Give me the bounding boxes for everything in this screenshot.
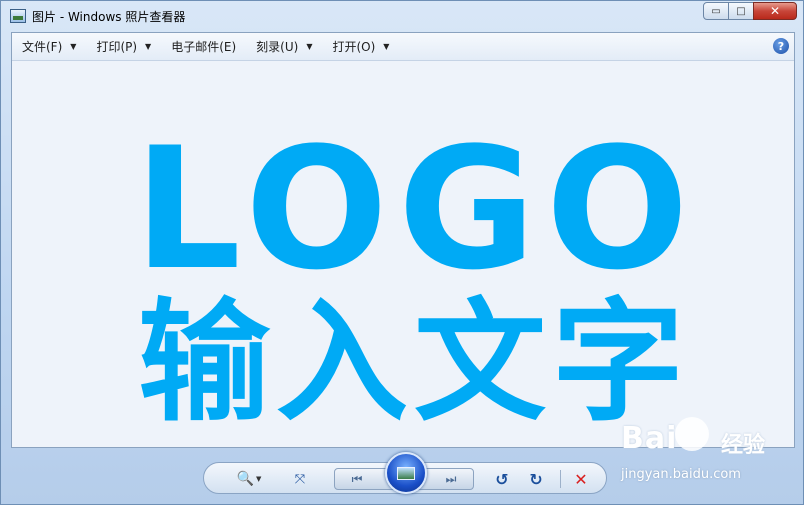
baidu-paw-icon <box>675 417 709 451</box>
watermark-url: jingyan.baidu.com <box>621 467 741 482</box>
menu-burn-label: 刻录(U) <box>256 40 299 54</box>
watermark-brand: Bai <box>621 421 678 456</box>
maximize-button[interactable]: □ <box>728 2 754 20</box>
menu-open[interactable]: 打开(O) ▼ <box>322 36 399 58</box>
actual-size-button[interactable]: ⤧ <box>290 469 310 489</box>
close-icon: ✕ <box>769 4 781 18</box>
baidu-jingyan-watermark: Bai 经验 jingyan.baidu.com <box>613 413 803 503</box>
menu-bar: 文件(F) ▼ 打印(P) ▼ 电子邮件(E) 刻录(U) ▼ 打开(O) ▼ … <box>12 33 794 61</box>
menu-open-label: 打开(O) <box>332 40 376 54</box>
dropdown-arrow-icon: ▼ <box>306 42 313 51</box>
close-button[interactable]: ✕ <box>753 2 797 20</box>
bottom-toolbar: 🔍 ▼ ⤧ ⏮ ⏭ ↺ ↻ ✕ <box>203 452 607 494</box>
menu-email-label: 电子邮件(E) <box>171 40 237 54</box>
window-controls: ▭ □ ✕ <box>703 2 797 20</box>
dropdown-arrow-icon: ▼ <box>145 42 152 51</box>
delete-icon: ✕ <box>574 469 588 489</box>
minimize-icon: ▭ <box>711 5 721 17</box>
dropdown-arrow-icon: ▼ <box>256 475 262 483</box>
rotate-left-button[interactable]: ↺ <box>492 469 512 489</box>
help-icon[interactable]: ? <box>773 38 789 54</box>
title-bar[interactable]: 图片 - Windows 照片查看器 ▭ □ ✕ <box>1 1 803 31</box>
menu-burn[interactable]: 刻录(U) ▼ <box>246 36 322 58</box>
rotate-left-icon: ↺ <box>495 469 509 489</box>
dropdown-arrow-icon: ▼ <box>383 42 390 51</box>
toolbar-divider <box>560 470 561 488</box>
watermark-suffix: 经验 <box>721 433 766 458</box>
image-subtitle-text: 输入文字 <box>138 286 690 440</box>
next-button[interactable]: ⏭ <box>429 469 473 489</box>
minimize-button[interactable]: ▭ <box>703 2 729 20</box>
zoom-icon: 🔍 <box>236 471 255 487</box>
delete-button[interactable]: ✕ <box>570 469 592 489</box>
slideshow-icon <box>397 466 415 480</box>
zoom-button[interactable]: 🔍 ▼ <box>234 469 264 489</box>
next-icon: ⏭ <box>445 471 457 486</box>
dropdown-arrow-icon: ▼ <box>70 42 77 51</box>
image-display-area: LOGO 输入文字 <box>12 61 794 447</box>
menu-email[interactable]: 电子邮件(E) <box>161 36 246 58</box>
previous-button[interactable]: ⏮ <box>335 469 379 489</box>
photo-viewer-window: 图片 - Windows 照片查看器 ▭ □ ✕ 文件(F) ▼ 打印(P) ▼… <box>0 0 804 505</box>
photo-viewer-app-icon <box>10 9 26 23</box>
menu-file[interactable]: 文件(F) ▼ <box>12 36 86 58</box>
maximize-icon: □ <box>736 5 746 17</box>
rotate-right-icon: ↻ <box>529 469 543 489</box>
menu-print[interactable]: 打印(P) ▼ <box>86 36 161 58</box>
rotate-right-button[interactable]: ↻ <box>526 469 546 489</box>
menu-print-label: 打印(P) <box>96 40 138 54</box>
slideshow-button[interactable] <box>385 452 427 494</box>
menu-file-label: 文件(F) <box>22 40 63 54</box>
fit-window-icon: ⤧ <box>294 471 306 487</box>
previous-icon: ⏮ <box>351 471 363 486</box>
window-title: 图片 - Windows 照片查看器 <box>32 9 186 24</box>
image-logo-text: LOGO <box>134 111 699 307</box>
viewer-frame: 文件(F) ▼ 打印(P) ▼ 电子邮件(E) 刻录(U) ▼ 打开(O) ▼ … <box>11 32 795 448</box>
